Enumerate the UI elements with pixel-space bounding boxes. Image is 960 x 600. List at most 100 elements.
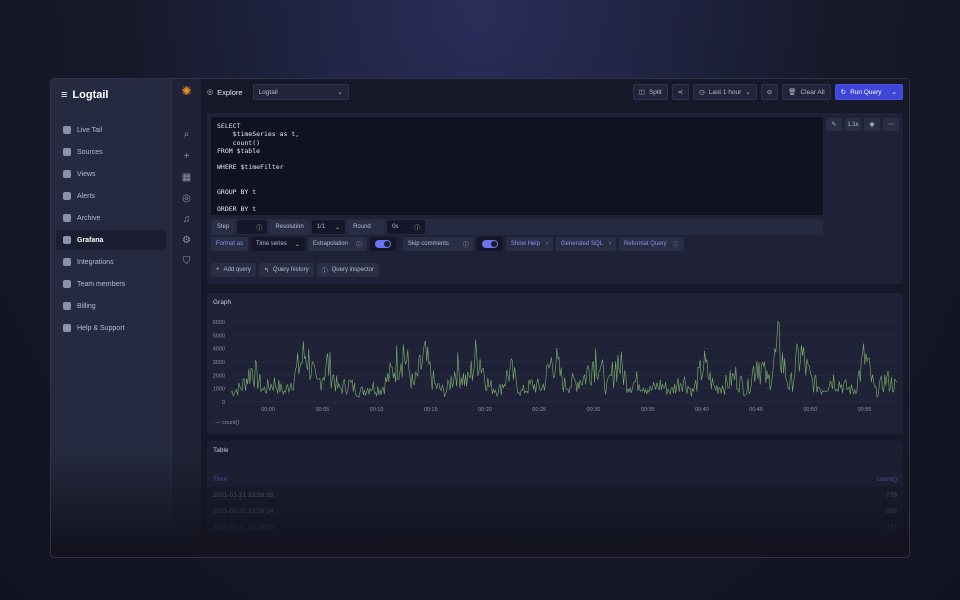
graph-panel: Graph 0 1000 2000 3000 4000 5000 6000 00:00 00:0… (207, 293, 903, 434)
column-header-count[interactable]: count() (877, 476, 897, 483)
skip-comments-toggle[interactable] (476, 237, 503, 251)
add-query-button[interactable]: + Add query (211, 263, 256, 277)
chevron-down-icon: ⌄ (337, 89, 343, 96)
table-row: 2021-01-21 23:58:35 776 (213, 491, 897, 499)
y-tick-label: 3000 (213, 360, 225, 366)
query-editor[interactable]: SELECT $timeSeries as t, count() FROM $t… (211, 117, 823, 215)
x-tick-label: 00:45 (749, 407, 763, 413)
sidebar-item-live-tail[interactable]: Live Tail (56, 120, 166, 140)
chevron-right-icon: › (608, 241, 611, 247)
explore-main: ◎ Explore Logtail ⌄ ◫ Split ⋖ ◷ Last 1 hour… (201, 79, 909, 557)
legend-item[interactable]: — count() (215, 420, 239, 426)
step-label: Step (212, 220, 235, 234)
search-icon[interactable]: ⌕ (181, 129, 192, 140)
shield-icon[interactable]: ⛉ (181, 256, 192, 267)
share-icon: ⋖ (677, 89, 684, 96)
sidebar-item-sources[interactable]: Sources (56, 142, 166, 162)
integrations-icon (63, 258, 71, 266)
show-help-button[interactable]: Show Help › (505, 237, 553, 251)
table-row: 2021-01-21 23:58:33 771 (213, 523, 897, 531)
sidebar-item-alerts[interactable]: Alerts (56, 186, 166, 206)
sidebar-item-integrations[interactable]: Integrations (56, 252, 166, 272)
team-icon (63, 280, 71, 288)
x-tick-label: 00:55 (858, 407, 872, 413)
skip-comments-label: Skip comments ⓘ (402, 237, 474, 251)
archive-icon (63, 214, 71, 222)
x-tick-label: 00:40 (695, 407, 709, 413)
x-tick-label: 00:15 (424, 407, 438, 413)
format-select[interactable]: Time series ⌄ (251, 237, 305, 251)
datasource-picker[interactable]: Logtail ⌄ (252, 84, 349, 100)
info-icon: ⓘ (414, 225, 421, 232)
clear-all-button[interactable]: 🗑 Clear All (782, 84, 831, 100)
sidebar-item-billing[interactable]: Billing (56, 296, 166, 316)
extrapolation-toggle[interactable] (369, 237, 396, 251)
trash-icon: 🗑 (788, 89, 797, 96)
info-icon: ⓘ (321, 268, 328, 275)
chevron-down-icon: ⌄ (294, 241, 300, 248)
dashboards-icon[interactable]: ▦ (181, 172, 192, 183)
x-tick-label: 00:25 (532, 407, 546, 413)
graph-chart: 0 1000 2000 3000 4000 5000 6000 00:00 00:05 00:10… (213, 320, 898, 413)
chevron-down-icon: ⌄ (891, 89, 897, 96)
sidebar-item-help-support[interactable]: Help & Support (56, 318, 166, 338)
table-row: 2021-01-21 23:58:34 585 (213, 507, 897, 515)
help-icon (63, 324, 71, 332)
terminal-icon (63, 126, 71, 134)
legend-swatch: — (215, 420, 223, 426)
app-window: ≡ Logtail Live Tail Sources Views Alerts Arch… (50, 78, 910, 558)
chevron-down-icon: ⌄ (745, 89, 751, 96)
bell-icon[interactable]: ♫ (181, 214, 192, 225)
x-tick-label: 00:00 (261, 407, 275, 413)
query-panel: SELECT $timeSeries as t, count() FROM $t… (207, 113, 903, 284)
page-title: Explore (217, 87, 243, 97)
query-history-button[interactable]: ↰ Query history (258, 263, 314, 277)
run-query-button[interactable]: ↻ Run Query ⌄ (834, 84, 903, 100)
column-header-time[interactable]: Time (213, 476, 227, 483)
explore-icon: ◎ (207, 89, 214, 96)
explore-icon[interactable]: ◎ (181, 193, 192, 204)
clock-icon: ◷ (699, 89, 705, 96)
resolution-label: Resolution (270, 220, 309, 234)
eye-icon (63, 170, 71, 178)
y-tick-label: 6000 (213, 320, 225, 326)
step-input[interactable]: ⓘ (237, 220, 268, 234)
logtail-logo-icon: ≡ (61, 89, 68, 101)
reformat-query-button[interactable]: Reformat Query ⓘ (618, 237, 684, 251)
zoom-out-button[interactable]: ⊖ (760, 84, 779, 100)
sidebar-item-archive[interactable]: Archive (56, 208, 166, 228)
x-tick-label: 00:10 (370, 407, 384, 413)
share-button[interactable]: ⋖ (671, 84, 690, 100)
y-tick-label: 0 (222, 400, 225, 406)
info-icon: ⓘ (462, 242, 469, 249)
resolution-select[interactable]: 1/1 ⌄ (311, 220, 346, 234)
table-header: Time count() (207, 471, 903, 487)
pencil-icon[interactable]: ✎ (826, 118, 842, 131)
x-tick-label: 00:05 (315, 407, 329, 413)
sidebar-item-team-members[interactable]: Team members (56, 274, 166, 294)
table-title: Table (213, 447, 229, 454)
round-input[interactable]: 0s ⓘ (387, 220, 426, 234)
alert-icon (63, 192, 71, 200)
plus-icon[interactable]: + (181, 151, 192, 162)
format-as-label: Format as (211, 237, 249, 251)
gear-icon[interactable]: ⚙ (181, 235, 192, 246)
eye-icon[interactable]: ◉ (864, 118, 880, 131)
sidebar-item-views[interactable]: Views (56, 164, 166, 184)
split-icon: ◫ (638, 89, 645, 96)
grafana-logo-icon[interactable]: ✺ (181, 85, 192, 97)
sidebar-item-grafana[interactable]: Grafana (56, 230, 166, 250)
chevron-right-icon: › (545, 241, 548, 247)
y-tick-label: 4000 (213, 347, 225, 353)
generated-sql-button[interactable]: Generated SQL › (555, 237, 616, 251)
series-line-count (230, 320, 898, 398)
toggle-switch[interactable] (374, 240, 391, 248)
time-picker[interactable]: ◷ Last 1 hour ⌄ (693, 84, 757, 100)
zoom-level[interactable]: 1.1x (845, 118, 861, 131)
x-tick-label: 00:20 (478, 407, 492, 413)
query-inspector-button[interactable]: ⓘ Query inspector (316, 263, 379, 277)
grafana-icon-rail: ✺ ⌕ + ▦ ◎ ♫ ⚙ ⛉ (171, 79, 201, 557)
toggle-switch[interactable] (481, 240, 498, 248)
more-icon[interactable]: ⋯ (883, 118, 899, 131)
split-button[interactable]: ◫ Split (632, 84, 668, 100)
